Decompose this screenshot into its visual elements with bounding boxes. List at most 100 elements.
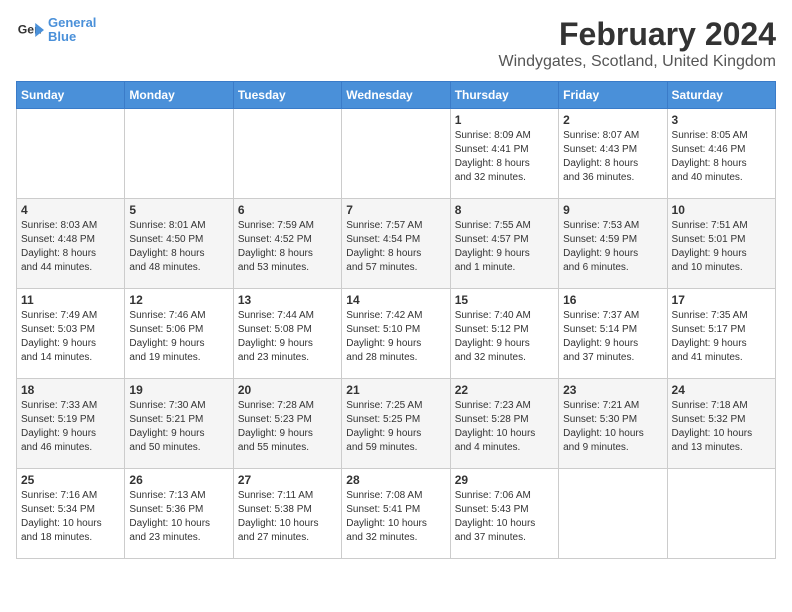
day-info: Sunrise: 7:49 AMSunset: 5:03 PMDaylight:… (21, 309, 120, 365)
day-number: 22 (455, 383, 554, 397)
table-row: 2 Sunrise: 8:07 AMSunset: 4:43 PMDaylight… (559, 109, 667, 199)
header-wednesday: Wednesday (342, 82, 450, 109)
table-row: 14Sunrise: 7:42 AMSunset: 5:10 PMDayligh… (342, 289, 450, 379)
day-number: 1 (455, 113, 554, 127)
day-info: Sunrise: 8:09 AMSunset: 4:41 PMDaylight:… (455, 129, 554, 185)
calendar-week-row: 1 Sunrise: 8:09 AMSunset: 4:41 PMDaylight… (17, 109, 776, 199)
table-row (17, 109, 125, 199)
table-row: 4 Sunrise: 8:03 AMSunset: 4:48 PMDaylight… (17, 199, 125, 289)
day-number: 4 (21, 203, 120, 217)
subtitle: Windygates, Scotland, United Kingdom (499, 53, 776, 71)
day-info: Sunrise: 8:07 AMSunset: 4:43 PMDaylight:… (563, 129, 662, 185)
header-tuesday: Tuesday (233, 82, 341, 109)
day-number: 27 (238, 473, 337, 487)
main-title: February 2024 (499, 16, 776, 53)
day-info: Sunrise: 7:06 AMSunset: 5:43 PMDaylight:… (455, 489, 554, 545)
day-number: 12 (129, 293, 228, 307)
top-area: Gen General Blue February 2024 Windygate… (16, 16, 776, 73)
day-number: 28 (346, 473, 445, 487)
day-info: Sunrise: 7:23 AMSunset: 5:28 PMDaylight:… (455, 399, 554, 455)
table-row: 18 Sunrise: 7:33 AMSunset: 5:19 PMDayligh… (17, 379, 125, 469)
table-row: 6 Sunrise: 7:59 AMSunset: 4:52 PMDaylight… (233, 199, 341, 289)
day-info: Sunrise: 7:42 AMSunset: 5:10 PMDaylight:… (346, 309, 445, 365)
day-number: 17 (672, 293, 771, 307)
logo: Gen General Blue (16, 16, 96, 45)
day-info: Sunrise: 7:46 AMSunset: 5:06 PMDaylight:… (129, 309, 228, 365)
header-thursday: Thursday (450, 82, 558, 109)
day-number: 25 (21, 473, 120, 487)
weekday-header-row: Sunday Monday Tuesday Wednesday Thursday… (17, 82, 776, 109)
day-number: 5 (129, 203, 228, 217)
day-info: Sunrise: 8:01 AMSunset: 4:50 PMDaylight:… (129, 219, 228, 275)
table-row: 1 Sunrise: 8:09 AMSunset: 4:41 PMDaylight… (450, 109, 558, 199)
day-number: 18 (21, 383, 120, 397)
day-info: Sunrise: 7:35 AMSunset: 5:17 PMDaylight:… (672, 309, 771, 365)
day-number: 23 (563, 383, 662, 397)
day-number: 19 (129, 383, 228, 397)
header-friday: Friday (559, 82, 667, 109)
day-number: 7 (346, 203, 445, 217)
table-row (559, 469, 667, 559)
table-row: 19 Sunrise: 7:30 AMSunset: 5:21 PMDayligh… (125, 379, 233, 469)
day-info: Sunrise: 7:53 AMSunset: 4:59 PMDaylight:… (563, 219, 662, 275)
table-row (233, 109, 341, 199)
day-info: Sunrise: 7:59 AMSunset: 4:52 PMDaylight:… (238, 219, 337, 275)
day-number: 15 (455, 293, 554, 307)
day-number: 6 (238, 203, 337, 217)
day-number: 24 (672, 383, 771, 397)
day-number: 9 (563, 203, 662, 217)
logo-line2: Blue (48, 30, 96, 44)
table-row: 9 Sunrise: 7:53 AMSunset: 4:59 PMDaylight… (559, 199, 667, 289)
day-number: 16 (563, 293, 662, 307)
day-info: Sunrise: 7:13 AMSunset: 5:36 PMDaylight:… (129, 489, 228, 545)
calendar-week-row: 11 Sunrise: 7:49 AMSunset: 5:03 PMDayligh… (17, 289, 776, 379)
day-info: Sunrise: 8:05 AMSunset: 4:46 PMDaylight:… (672, 129, 771, 185)
calendar: Sunday Monday Tuesday Wednesday Thursday… (16, 81, 776, 559)
day-info: Sunrise: 7:16 AMSunset: 5:34 PMDaylight:… (21, 489, 120, 545)
day-info: Sunrise: 7:55 AMSunset: 4:57 PMDaylight:… (455, 219, 554, 275)
day-number: 10 (672, 203, 771, 217)
table-row (125, 109, 233, 199)
day-info: Sunrise: 7:33 AMSunset: 5:19 PMDaylight:… (21, 399, 120, 455)
day-info: Sunrise: 7:37 AMSunset: 5:14 PMDaylight:… (563, 309, 662, 365)
table-row: 29Sunrise: 7:06 AMSunset: 5:43 PMDayligh… (450, 469, 558, 559)
table-row: 24 Sunrise: 7:18 AMSunset: 5:32 PMDayligh… (667, 379, 775, 469)
table-row: 22 Sunrise: 7:23 AMSunset: 5:28 PMDayligh… (450, 379, 558, 469)
table-row: 21 Sunrise: 7:25 AMSunset: 5:25 PMDayligh… (342, 379, 450, 469)
day-info: Sunrise: 7:51 AMSunset: 5:01 PMDaylight:… (672, 219, 771, 275)
table-row: 25 Sunrise: 7:16 AMSunset: 5:34 PMDayligh… (17, 469, 125, 559)
table-row: 5 Sunrise: 8:01 AMSunset: 4:50 PMDaylight… (125, 199, 233, 289)
day-number: 20 (238, 383, 337, 397)
header-sunday: Sunday (17, 82, 125, 109)
day-number: 13 (238, 293, 337, 307)
day-info: Sunrise: 7:28 AMSunset: 5:23 PMDaylight:… (238, 399, 337, 455)
day-number: 26 (129, 473, 228, 487)
table-row: 7 Sunrise: 7:57 AMSunset: 4:54 PMDaylight… (342, 199, 450, 289)
day-number: 2 (563, 113, 662, 127)
table-row: 12 Sunrise: 7:46 AMSunset: 5:06 PMDayligh… (125, 289, 233, 379)
header-saturday: Saturday (667, 82, 775, 109)
day-info: Sunrise: 7:08 AMSunset: 5:41 PMDaylight:… (346, 489, 445, 545)
calendar-week-row: 25 Sunrise: 7:16 AMSunset: 5:34 PMDayligh… (17, 469, 776, 559)
header-monday: Monday (125, 82, 233, 109)
table-row: 20 Sunrise: 7:28 AMSunset: 5:23 PMDayligh… (233, 379, 341, 469)
day-info: Sunrise: 7:57 AMSunset: 4:54 PMDaylight:… (346, 219, 445, 275)
day-info: Sunrise: 7:11 AMSunset: 5:38 PMDaylight:… (238, 489, 337, 545)
day-info: Sunrise: 7:40 AMSunset: 5:12 PMDaylight:… (455, 309, 554, 365)
day-number: 11 (21, 293, 120, 307)
day-info: Sunrise: 7:44 AMSunset: 5:08 PMDaylight:… (238, 309, 337, 365)
day-info: Sunrise: 7:18 AMSunset: 5:32 PMDaylight:… (672, 399, 771, 455)
table-row: 10 Sunrise: 7:51 AMSunset: 5:01 PMDayligh… (667, 199, 775, 289)
day-info: Sunrise: 7:25 AMSunset: 5:25 PMDaylight:… (346, 399, 445, 455)
table-row: 28 Sunrise: 7:08 AMSunset: 5:41 PMDayligh… (342, 469, 450, 559)
table-row: 23 Sunrise: 7:21 AMSunset: 5:30 PMDayligh… (559, 379, 667, 469)
table-row (342, 109, 450, 199)
logo-line1: General (48, 16, 96, 30)
table-row: 3Sunrise: 8:05 AMSunset: 4:46 PMDaylight… (667, 109, 775, 199)
calendar-week-row: 4 Sunrise: 8:03 AMSunset: 4:48 PMDaylight… (17, 199, 776, 289)
day-number: 21 (346, 383, 445, 397)
table-row: 15 Sunrise: 7:40 AMSunset: 5:12 PMDayligh… (450, 289, 558, 379)
day-info: Sunrise: 7:30 AMSunset: 5:21 PMDaylight:… (129, 399, 228, 455)
day-info: Sunrise: 7:21 AMSunset: 5:30 PMDaylight:… (563, 399, 662, 455)
day-info: Sunrise: 8:03 AMSunset: 4:48 PMDaylight:… (21, 219, 120, 275)
